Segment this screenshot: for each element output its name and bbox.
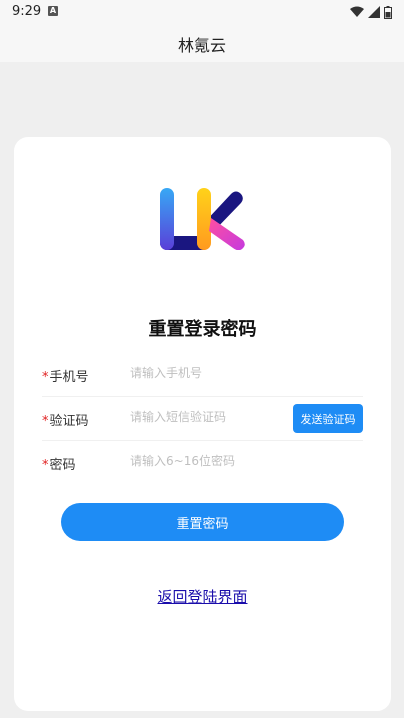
notification-a-icon: A xyxy=(48,6,58,16)
app-header: 林氪云 xyxy=(0,24,404,62)
app-title: 林氪云 xyxy=(177,36,226,55)
send-code-button[interactable]: 发送验证码 xyxy=(293,404,363,433)
phone-row: *手机号 xyxy=(42,352,363,397)
required-mark: * xyxy=(42,370,49,385)
battery-icon xyxy=(384,5,392,19)
reset-password-card: 重置登录密码 *手机号 *验证码 发送验证码 *密码 重置密码 返回登陆界面 xyxy=(14,137,391,711)
phone-label: *手机号 xyxy=(42,366,89,385)
code-label: *验证码 xyxy=(42,410,89,429)
password-row: *密码 xyxy=(42,440,363,484)
wifi-icon xyxy=(350,6,364,17)
back-to-login-link[interactable]: 返回登陆界面 xyxy=(14,586,391,607)
status-time: 9:29 xyxy=(12,4,42,19)
status-bar: 9:29 A xyxy=(0,0,404,24)
status-icons xyxy=(350,4,392,20)
code-input[interactable] xyxy=(130,405,280,429)
reset-password-button[interactable]: 重置密码 xyxy=(61,503,344,541)
code-label-text: 验证码 xyxy=(49,414,89,429)
phone-label-text: 手机号 xyxy=(49,370,89,385)
required-mark: * xyxy=(42,414,49,429)
signal-icon xyxy=(368,6,380,18)
lk-logo xyxy=(160,188,245,250)
code-row: *验证码 发送验证码 xyxy=(42,396,363,441)
page-title: 重置登录密码 xyxy=(148,319,257,340)
password-input[interactable] xyxy=(130,449,280,473)
phone-input[interactable] xyxy=(130,361,280,385)
password-label: *密码 xyxy=(42,454,76,473)
required-mark: * xyxy=(42,458,49,473)
password-label-text: 密码 xyxy=(49,458,76,473)
